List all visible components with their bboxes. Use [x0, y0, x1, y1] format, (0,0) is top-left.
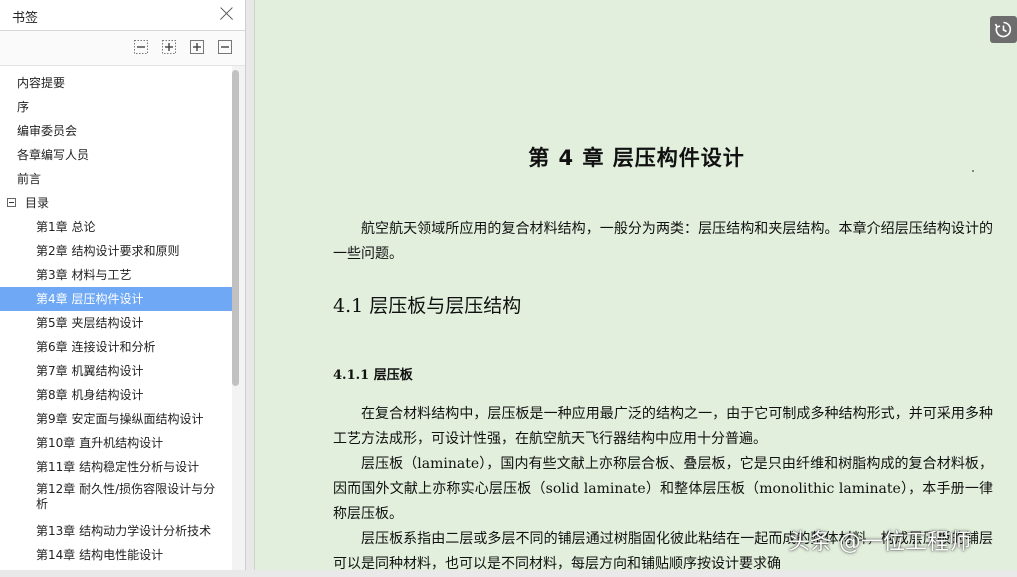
bookmark-item[interactable]: 前言	[0, 167, 232, 191]
chapter-title: 第 4 章 层压构件设计	[528, 146, 745, 170]
body-paragraph: 层压板（laminate），国内有些文献上亦称层合板、叠层板，它是只由纤维和树脂…	[333, 456, 993, 522]
collapse-all-icon[interactable]	[134, 40, 148, 54]
intro-paragraph: 航空航天领域所应用的复合材料结构，一般分为两类：层压结构和夹层结构。本章介绍层压…	[333, 221, 993, 262]
add-bookmark-icon[interactable]	[190, 40, 204, 54]
bookmark-scroll-thumb[interactable]	[232, 70, 239, 386]
bookmark-item[interactable]: 第13章 结构动力学设计分析技术	[0, 519, 232, 543]
bookmark-item[interactable]: 第7章 机翼结构设计	[0, 359, 232, 383]
page-speck	[972, 170, 974, 172]
bookmark-tree: 内容提要 序 编审委员会 各章编写人员 前言 目录 第1章 总论 第2章 结构设…	[0, 70, 232, 570]
history-icon[interactable]	[990, 16, 1017, 43]
expand-all-icon[interactable]	[162, 40, 176, 54]
bookmark-item[interactable]: 序	[0, 95, 232, 119]
bookmark-item[interactable]: 各章编写人员	[0, 143, 232, 167]
section-title: 4.1 层压板与层压结构	[333, 295, 522, 317]
watermark: 头条 @一位工程师	[788, 530, 971, 555]
bookmark-item-selected[interactable]: 第4章 层压构件设计	[0, 287, 232, 311]
collapse-toggle-icon[interactable]	[7, 198, 16, 207]
bookmark-item[interactable]: 第2章 结构设计要求和原则	[0, 239, 232, 263]
document-viewport[interactable]: 第 4 章 层压构件设计 航空航天领域所应用的复合材料结构，一般分为两类：层压结…	[246, 0, 1017, 572]
bookmark-toolbar	[0, 31, 245, 66]
bookmark-item[interactable]: 第1章 总论	[0, 215, 232, 239]
bookmark-item[interactable]: 第14章 结构电性能设计	[0, 543, 232, 567]
bookmark-item[interactable]: 第10章 直升机结构设计	[0, 431, 232, 455]
delete-bookmark-icon[interactable]	[218, 40, 232, 54]
bookmark-item[interactable]: 第11章 结构稳定性分析与设计	[0, 455, 232, 479]
bookmark-item[interactable]: 内容提要	[0, 71, 232, 95]
bookmark-item[interactable]: 第6章 连接设计和分析	[0, 335, 232, 359]
bookmark-item-toc[interactable]: 目录	[0, 191, 232, 215]
bookmark-panel-title: 书签	[12, 11, 39, 26]
bookmark-panel: 书签 内容提要 序 编审委员会 各章编写人员 前言 目录 第1章 总论 第2章 …	[0, 0, 246, 570]
bookmark-panel-header: 书签	[0, 0, 245, 31]
bookmark-item[interactable]: 第5章 夹层结构设计	[0, 311, 232, 335]
bookmark-item[interactable]: 编审委员会	[0, 119, 232, 143]
bookmark-item[interactable]: 第3章 材料与工艺	[0, 263, 232, 287]
bookmark-item[interactable]: 第8章 机身结构设计	[0, 383, 232, 407]
bookmark-item[interactable]: 第9章 安定面与操纵面结构设计	[0, 407, 232, 431]
bookmark-item[interactable]: 第12章 耐久性/损伤容限设计与分析	[0, 479, 232, 515]
body-paragraph: 在复合材料结构中，层压板是一种应用最广泛的结构之一，由于它可制成多种结构形式，并…	[333, 406, 993, 447]
subsection-title: 4.1.1 层压板	[333, 368, 413, 383]
close-icon[interactable]	[218, 5, 235, 22]
document-page: 第 4 章 层压构件设计 航空航天领域所应用的复合材料结构，一般分为两类：层压结…	[254, 0, 1017, 572]
